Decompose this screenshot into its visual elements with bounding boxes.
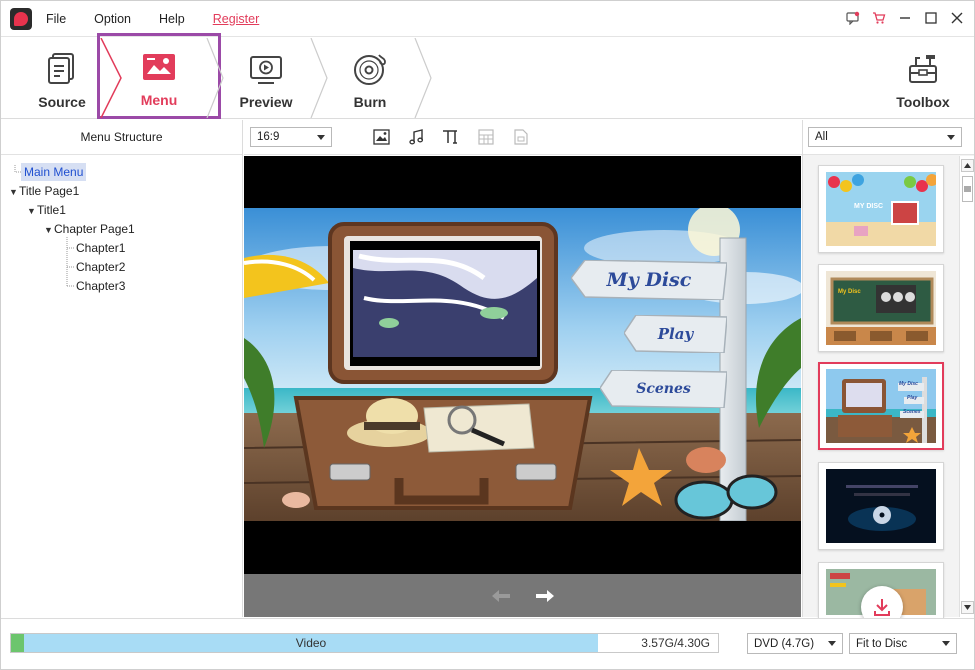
menu-tree: Main Menu ▼Title Page1 ▼Title1 ▼Chapter … [1, 155, 242, 293]
chevron-down-icon [317, 135, 325, 140]
menu-button-my-disc[interactable]: My Disc [571, 260, 727, 300]
disc-usage-label: Video [295, 636, 327, 650]
tree-node-title-page[interactable]: ▼Title Page1 [9, 182, 79, 200]
mini-label-scenes: Scenes [903, 409, 921, 415]
maximize-icon[interactable] [924, 11, 938, 25]
tree-node-chapter-page[interactable]: ▼Chapter Page1 [44, 220, 135, 238]
menu-structure-title: Menu Structure [1, 120, 242, 155]
toolbox-icon [909, 55, 937, 83]
step-divider-icon [414, 38, 432, 118]
step-divider-icon [206, 38, 224, 118]
image-icon[interactable] [372, 128, 390, 146]
dark-disc-thumbnail [826, 469, 936, 543]
chevron-down-icon [942, 641, 950, 646]
menu-step-icon [143, 54, 175, 80]
download-icon [874, 599, 890, 616]
preview-icon [250, 56, 282, 84]
party-thumbnail: MY DISC [826, 172, 936, 246]
mini-label-mydisc: My Disc [899, 381, 918, 387]
minimize-icon[interactable] [898, 11, 912, 25]
fit-mode-select[interactable]: Fit to Disc [849, 633, 957, 654]
template-panel: All MY DISC My Disc My Disc Play Scenes [802, 120, 974, 628]
page-icon [512, 128, 530, 146]
window-controls [846, 11, 964, 25]
chevron-down-icon [828, 641, 836, 646]
editor-toolbar: 16:9 [244, 120, 803, 155]
template-classroom[interactable]: My Disc [818, 264, 944, 352]
text-icon[interactable] [442, 128, 460, 146]
tree-node-chapter2[interactable]: Chapter2 [76, 258, 125, 276]
step-burn-label: Burn [353, 94, 387, 110]
menu-structure-panel: Menu Structure Main Menu ▼Title Page1 ▼T… [1, 120, 243, 617]
menu-button-play[interactable]: Play [624, 315, 727, 353]
tree-node-chapter3[interactable]: Chapter3 [76, 277, 125, 295]
tree-node-chapter1[interactable]: Chapter1 [76, 239, 125, 257]
app-window: File Option Help Register Source Menu Pr… [0, 0, 975, 670]
close-icon[interactable] [950, 11, 964, 25]
disc-usage-size: 3.57G/4.30G [641, 636, 710, 650]
feedback-icon[interactable] [846, 11, 860, 25]
svg-text:My Disc: My Disc [838, 289, 861, 295]
preview-navigation-bar [244, 574, 801, 617]
mini-label-play: Play [907, 395, 918, 401]
step-source[interactable]: Source [23, 38, 101, 118]
disc-type-select[interactable]: DVD (4.7G) [747, 633, 843, 654]
step-preview[interactable]: Preview [227, 38, 305, 118]
aspect-ratio-select[interactable]: 16:9 [250, 127, 332, 147]
burn-disc-icon [354, 54, 386, 85]
menu-help[interactable]: Help [159, 12, 185, 26]
music-icon[interactable] [407, 128, 425, 146]
arrow-left-icon[interactable] [490, 588, 512, 604]
step-preview-label: Preview [239, 94, 293, 110]
title-bar: File Option Help Register [1, 1, 974, 37]
cart-icon[interactable] [872, 11, 886, 25]
template-dark-disc[interactable] [818, 462, 944, 550]
template-beach[interactable]: My Disc Play Scenes [818, 362, 944, 450]
source-icon [48, 53, 74, 84]
template-filter-select[interactable]: All [808, 127, 962, 147]
step-burn[interactable]: Burn [331, 38, 409, 118]
preview-stage: My Disc Play Scenes [244, 208, 801, 521]
step-source-label: Source [38, 94, 86, 110]
step-toolbox-label: Toolbox [896, 94, 950, 110]
tree-node-main-menu[interactable]: Main Menu [21, 163, 87, 181]
beach-thumbnail [826, 369, 936, 443]
template-party[interactable]: MY DISC [818, 165, 944, 253]
step-divider-icon [310, 38, 328, 118]
scroll-down-icon[interactable] [961, 601, 974, 614]
menu-option[interactable]: Option [94, 12, 131, 26]
menu-file[interactable]: File [46, 12, 66, 26]
scroll-thumb[interactable] [962, 176, 973, 202]
disc-usage-bar: Video 3.57G/4.30G [10, 633, 719, 653]
expand-arrow-icon[interactable]: ▼ [44, 221, 54, 239]
register-link[interactable]: Register [213, 12, 260, 26]
menu-preview: My Disc Play Scenes [244, 156, 801, 574]
tree-node-title[interactable]: ▼Title1 [27, 201, 66, 219]
menu-bar: File Option Help Register [46, 12, 287, 26]
template-filter-bar: All [803, 120, 974, 155]
app-logo-icon [10, 7, 32, 30]
step-toolbar: Source Menu Preview Burn Toolbox [1, 33, 974, 119]
menu-button-scenes[interactable]: Scenes [600, 370, 727, 408]
bottom-bar: Video 3.57G/4.30G DVD (4.7G) Fit to Disc [1, 618, 974, 669]
classroom-thumbnail: My Disc [826, 271, 936, 345]
step-menu-label: Menu [140, 92, 178, 108]
grid-icon [477, 128, 495, 146]
arrow-right-icon[interactable] [534, 588, 556, 604]
beach-menu-artwork [244, 208, 801, 521]
expand-arrow-icon[interactable]: ▼ [27, 202, 37, 220]
step-toolbox[interactable]: Toolbox [887, 38, 959, 118]
template-scrollbar[interactable] [959, 156, 974, 617]
svg-text:MY DISC: MY DISC [854, 203, 883, 210]
step-divider-icon [100, 38, 122, 118]
expand-arrow-icon[interactable]: ▼ [9, 183, 19, 201]
chevron-down-icon [947, 135, 955, 140]
scroll-up-icon[interactable] [961, 159, 974, 172]
